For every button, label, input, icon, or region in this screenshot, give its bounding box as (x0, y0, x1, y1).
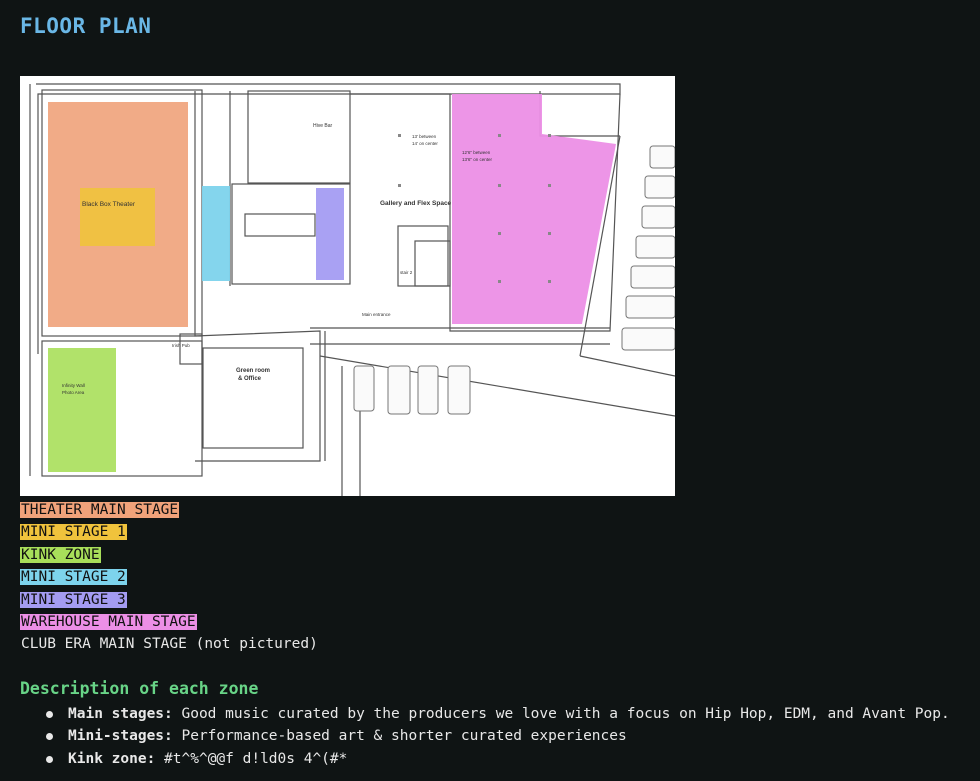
legend-item: MINI STAGE 1 (20, 521, 319, 543)
list-item: Main stages: Good music curated by the p… (46, 703, 950, 725)
legend-theater-main-stage: THEATER MAIN STAGE (20, 502, 180, 518)
label-infinity-wall: Infinity Wall (62, 383, 85, 388)
term-mini-stages: Mini-stages: (68, 728, 173, 745)
label-black-box: Black Box Theater (82, 201, 136, 208)
legend-item: MINI STAGE 3 (20, 589, 319, 611)
label-office: & Office (238, 376, 262, 382)
floor-plan-drawing: Black Box Theater Hive Bar Gallery and F… (29, 83, 675, 496)
label-photo-area: Photo Area (62, 390, 85, 395)
label-spacing-a1: 13' between (412, 134, 437, 139)
term-kink-zone: Kink zone: (68, 750, 156, 767)
zone-mini-stage-3 (316, 188, 344, 280)
label-green-room: Green room (236, 368, 270, 374)
legend-warehouse-main-stage: WAREHOUSE MAIN STAGE (20, 613, 197, 630)
description-heading: Description of each zone (20, 679, 259, 698)
legend-club-era-main-stage: CLUB ERA MAIN STAGE (not pictured) (21, 636, 318, 653)
label-spacing-b1: 12'6" between (462, 150, 491, 155)
floor-plan-image: Black Box Theater Hive Bar Gallery and F… (20, 76, 675, 496)
label-gallery: Gallery and Flex Space (380, 200, 452, 207)
legend-mini-stage-3: MINI STAGE 3 (20, 591, 127, 608)
list-item: Mini-stages: Performance-based art & sho… (46, 725, 950, 747)
zone-mini-stage-2 (202, 186, 230, 281)
legend-item: MINI STAGE 2 (20, 566, 319, 588)
legend-mini-stage-2: MINI STAGE 2 (20, 569, 127, 586)
legend-kink-zone: KINK ZONE (20, 546, 101, 563)
legend-mini-stage-1: MINI STAGE 1 (20, 524, 127, 541)
description-list: Main stages: Good music curated by the p… (20, 703, 950, 770)
label-stair: stair 2 (400, 270, 413, 275)
term-main-stages: Main stages: (68, 706, 173, 722)
zone-legend: THEATER MAIN STAGE MINI STAGE 1 KINK ZON… (20, 499, 319, 656)
label-irish-pub: Irish Pub (172, 343, 190, 348)
label-main-entrance: Main entrance (362, 312, 391, 317)
zone-warehouse-main-stage (452, 94, 616, 324)
label-hive-bar: Hive Bar (313, 123, 333, 129)
legend-item: WAREHOUSE MAIN STAGE (20, 611, 319, 633)
desc-main-stages: Good music curated by the producers we l… (172, 706, 950, 722)
zone-mini-stage-1 (80, 188, 155, 246)
page-title: FLOOR PLAN (20, 14, 152, 38)
desc-mini-stages: Performance-based art & shorter curated … (172, 728, 627, 745)
legend-item: THEATER MAIN STAGE (20, 499, 319, 521)
zone-kink (48, 348, 116, 472)
list-item: Kink zone: #t^%^@@f d!ld0s 4^(#* (46, 748, 950, 770)
label-spacing-b2: 13'6" on center (462, 157, 492, 162)
desc-kink-zone: #t^%^@@f d!ld0s 4^(#* (155, 750, 348, 767)
legend-item: CLUB ERA MAIN STAGE (not pictured) (20, 633, 319, 655)
legend-item: KINK ZONE (20, 544, 319, 566)
label-spacing-a2: 14' on center (412, 141, 438, 146)
